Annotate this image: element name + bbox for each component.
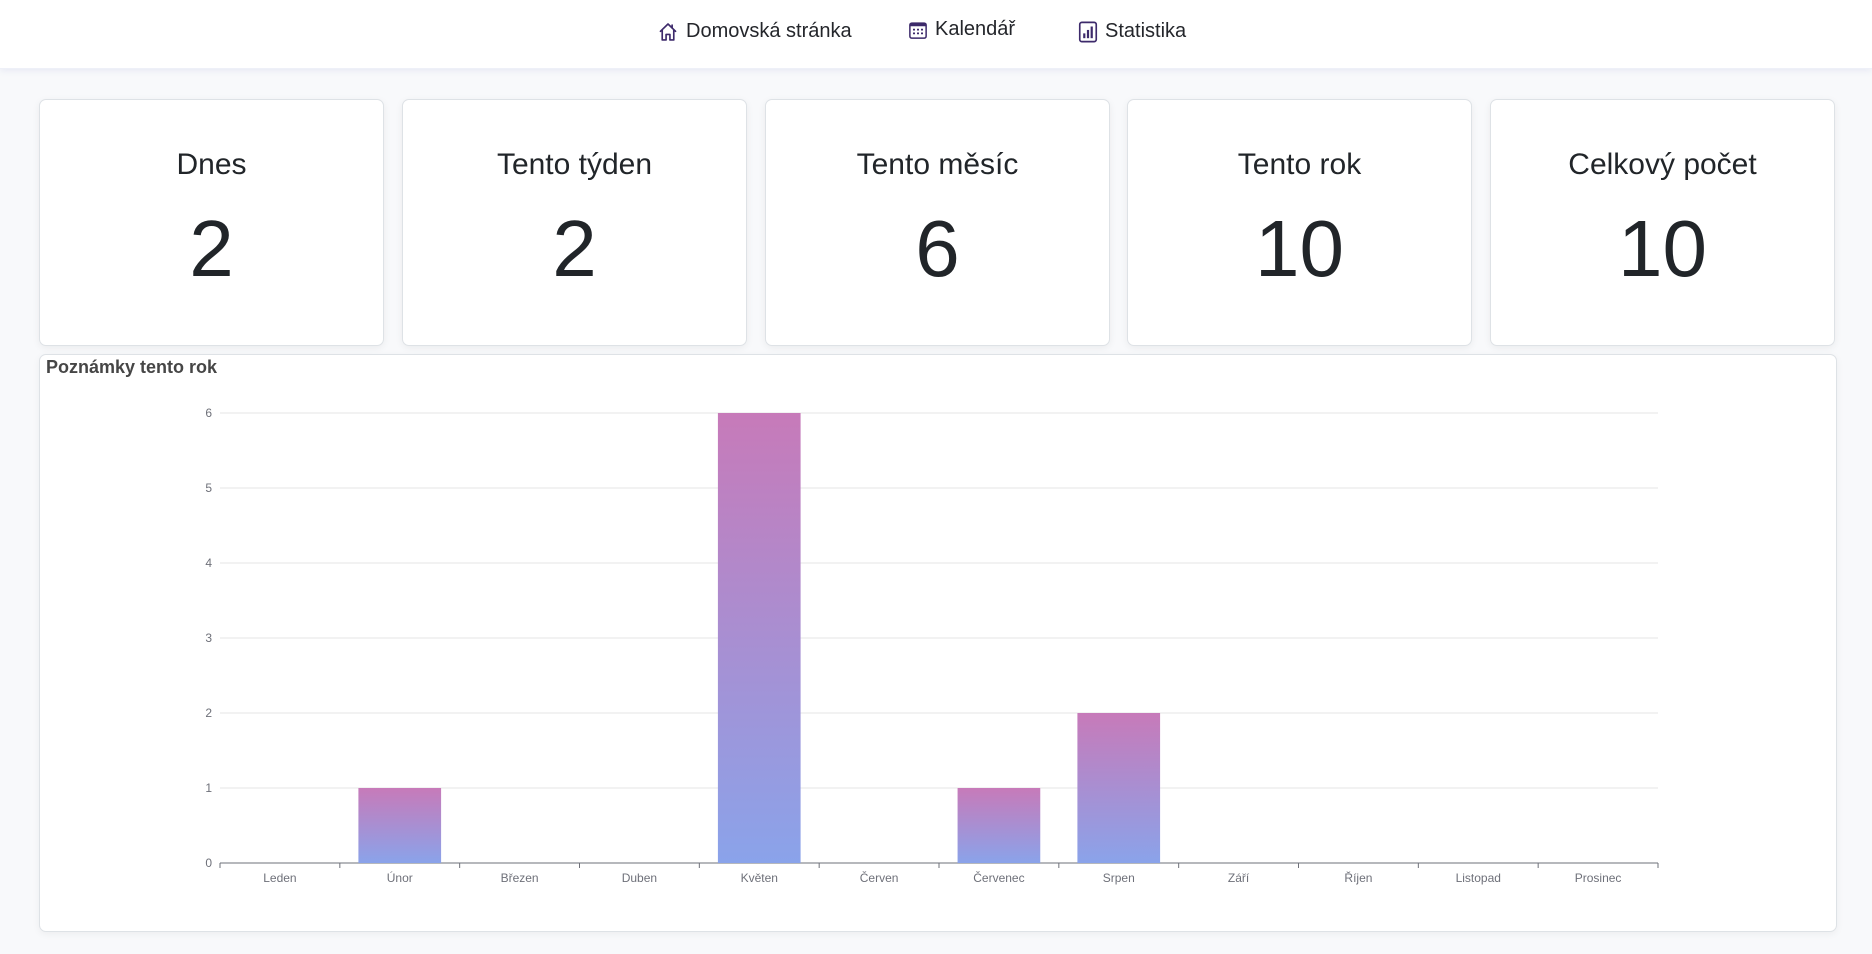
x-tick-label: Duben <box>622 871 657 885</box>
stat-card-week: Tento týden 2 <box>402 99 747 346</box>
x-tick-label: Září <box>1228 871 1250 885</box>
stat-card-total: Celkový počet 10 <box>1490 99 1835 346</box>
x-tick-label: Červenec <box>973 870 1024 885</box>
nav-item-label: Statistika <box>1105 20 1187 42</box>
home-icon <box>659 22 677 41</box>
x-tick-label: Listopad <box>1456 871 1501 885</box>
nav-item-statistics[interactable]: Statistika <box>1078 20 1186 43</box>
bar-6 <box>957 788 1041 863</box>
calendar-icon <box>909 21 927 39</box>
stat-label: Celkový počet <box>1568 148 1757 181</box>
y-tick-label: 4 <box>205 556 212 570</box>
nav-item-label: Kalendář <box>935 18 1016 40</box>
stat-card-month: Tento měsíc 6 <box>765 99 1110 346</box>
stat-label: Tento měsíc <box>856 148 1019 181</box>
x-tick-label: Červen <box>860 870 899 885</box>
stat-value: 2 <box>189 204 234 293</box>
y-tick-label: 3 <box>205 631 212 645</box>
y-tick-label: 0 <box>205 856 212 870</box>
x-tick-label: Srpen <box>1103 871 1135 885</box>
stat-value: 10 <box>1255 204 1344 293</box>
x-tick-label: Říjen <box>1344 870 1372 885</box>
x-tick-label: Prosinec <box>1575 871 1622 885</box>
y-tick-label: 1 <box>205 781 212 795</box>
y-tick-label: 6 <box>205 406 212 420</box>
stat-label: Tento rok <box>1237 148 1362 181</box>
x-tick-label: Březen <box>501 871 539 885</box>
stat-card-year: Tento rok 10 <box>1127 99 1472 346</box>
chart-panel: Poznámky tento rok 0 1 2 3 4 5 6 Leden Únor Březe… <box>39 354 1837 932</box>
bar-1 <box>358 788 442 863</box>
stat-label: Dnes <box>176 148 247 181</box>
bar-4 <box>717 413 801 863</box>
top-navbar: Domovská stránka Kalendář Statistika <box>0 0 1872 69</box>
stat-value: 10 <box>1618 204 1707 293</box>
x-tick-label: Květen <box>741 871 778 885</box>
stat-card-today: Dnes 2 <box>39 99 384 346</box>
x-tick-label: Únor <box>387 870 413 885</box>
y-tick-label: 5 <box>205 481 212 495</box>
stat-value: 2 <box>552 204 597 293</box>
notes-bar-chart: 0 1 2 3 4 5 6 Leden Únor Březen Duben Květen Červen Č… <box>205 406 1659 885</box>
nav-item-label: Domovská stránka <box>686 20 852 42</box>
bar-7 <box>1077 713 1161 863</box>
nav-item-home[interactable]: Domovská stránka <box>657 20 852 43</box>
main-nav: Domovská stránka Kalendář Statistika <box>0 0 1872 69</box>
stat-label: Tento týden <box>496 148 653 181</box>
bar-chart-icon <box>1078 21 1098 42</box>
y-tick-label: 2 <box>205 706 212 720</box>
nav-item-calendar[interactable]: Kalendář <box>908 18 1015 41</box>
x-tick-label: Leden <box>263 871 296 885</box>
stat-value: 6 <box>915 204 960 293</box>
